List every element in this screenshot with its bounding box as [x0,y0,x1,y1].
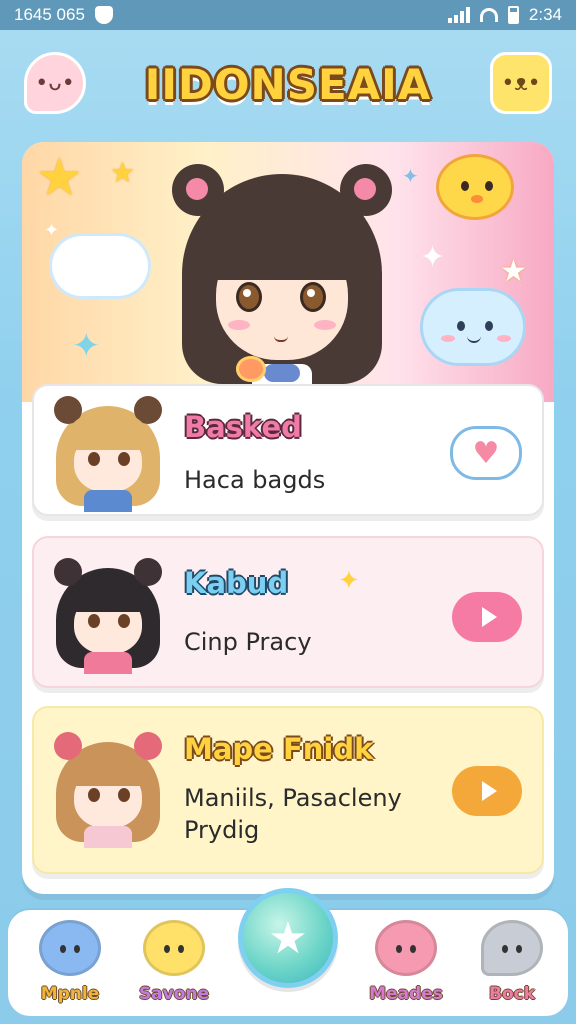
avatar-eye [88,614,100,628]
nav-item-savone[interactable]: Savone [122,916,226,1012]
shield-icon [94,6,113,24]
status-clock: 2:34 [528,5,562,24]
status-time-left: 1645 065 [14,5,85,24]
cloud-mascot-icon [420,288,526,366]
avatar-body [84,490,132,512]
pig-pet-icon [375,920,437,976]
nav-label: Mpnle [40,984,100,1004]
cloud-blush [441,335,455,342]
item-title: Basked [184,410,302,444]
item-title: Kabud [184,566,289,600]
avatar-eye [88,788,100,802]
nav-item-meades[interactable]: Meades [354,916,458,1012]
avatar [48,556,168,674]
sparkle-icon: ✦ [72,326,101,366]
hair-bun-left [172,164,224,216]
star-icon[interactable]: ★ [238,888,338,988]
app-header: •ᴗ• IIDONSEAIA •ᴥ• [0,40,576,130]
avatar-body [84,652,132,674]
star-icon: ★ [110,156,136,189]
blush-left [228,320,250,330]
avatar [48,730,168,848]
sparkle-icon: ✦ [44,220,60,241]
hero-banner: ★ ★ ✦ ✦ ✦ ★ ✦ [22,142,554,402]
avatar-bangs [66,576,150,612]
magnifier-icon [481,920,543,976]
hero-character-illustration [172,160,392,402]
nav-label: Meades [369,984,443,1004]
nav-label: Savone [138,984,210,1004]
battery-icon [507,6,519,24]
nav-item-mpnle[interactable]: Mpnle [18,916,122,1012]
chick-beak [471,195,483,203]
hair-bun-right [340,164,392,216]
sparkle-icon: ✦ [338,566,360,596]
status-bar: 1645 065 2:34 [0,0,576,30]
star-icon: ★ [36,148,83,208]
avatar-bangs [66,414,150,450]
chick-eye [461,181,469,191]
cloud-eye [485,321,493,331]
cat-pet-icon [143,920,205,976]
play-icon [481,781,497,801]
wifi-icon [479,8,498,22]
list-item[interactable]: Basked Haca bagds ♥ [32,384,544,516]
main-card: ★ ★ ✦ ✦ ✦ ★ ✦ Basked Haca bagds ♥ Kabud … [22,142,554,894]
item-subtitle-line: Prydig [184,816,260,845]
play-icon [481,607,497,627]
eye-right [300,282,326,312]
cloud-icon [52,236,148,296]
status-right: 2:34 [447,5,562,25]
cloud-mouth [467,335,481,343]
nav-label: Bock [488,984,536,1004]
chick-eye [485,181,493,191]
item-subtitle: Cinp Pracy [184,628,312,656]
avatar [48,394,168,512]
status-left: 1645 065 [14,5,113,25]
heart-bubble-icon[interactable]: ♥ [450,426,522,480]
sparkle-icon: ✦ [420,240,446,275]
app-title: IIDONSEAIA [144,59,432,109]
face-glyph: •ᴗ• [35,70,75,96]
avatar-eye [118,788,130,802]
avatar-body [84,826,132,848]
cloud-blush [497,335,511,342]
bow [264,364,300,382]
list-item[interactable]: Mape Fnidk Maniils, Pasacleny Prydig [32,706,544,874]
item-subtitle-line: Maniils, Pasacleny [184,784,402,812]
avatar-eye [118,614,130,628]
chick-mascot-icon [436,154,514,220]
avatar-eye [88,452,100,466]
item-subtitle: Haca bagds [184,466,326,494]
mascot-face-glyph: •ᴥ• [501,71,541,96]
mascot-icon[interactable]: •ᴥ• [490,52,552,114]
item-subtitle: Maniils, Pasacleny Prydig [184,782,402,847]
flower [236,356,266,382]
play-button[interactable] [452,766,522,816]
item-title: Mape Fnidk [184,732,374,766]
blush-right [314,320,336,330]
signal-icon [447,7,470,23]
nav-item-bock[interactable]: Bock [460,916,564,1012]
whale-pet-icon [39,920,101,976]
avatar-bangs [66,750,150,786]
play-button[interactable] [452,592,522,642]
list-item[interactable]: Kabud ✦ Cinp Pracy [32,536,544,688]
avatar-eye [118,452,130,466]
chat-bubble-face-icon[interactable]: •ᴗ• [24,52,86,114]
star-icon: ★ [500,254,527,289]
bottom-nav: Mpnle Savone ★ Meades Bock [8,888,568,1016]
sparkle-icon: ✦ [402,164,419,188]
cloud-eye [457,321,465,331]
eye-left [236,282,262,312]
